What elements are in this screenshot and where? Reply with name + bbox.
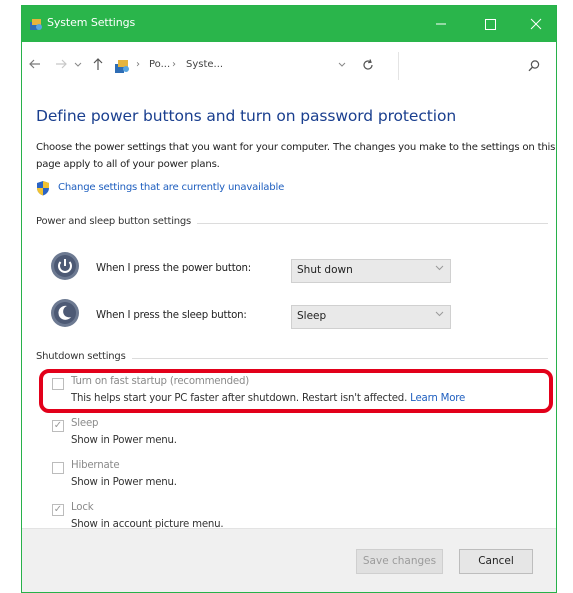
sleep-button-action-value: Sleep bbox=[297, 310, 327, 322]
search-icon bbox=[528, 60, 540, 72]
arrow-left-icon bbox=[29, 59, 40, 69]
power-button-action-select[interactable]: Shut down bbox=[291, 259, 451, 283]
highlight-annotation bbox=[39, 369, 553, 413]
address-input[interactable]: › Po... › Syste... bbox=[113, 52, 381, 80]
breadcrumb-separator: › bbox=[172, 59, 176, 70]
sleep-checkbox[interactable]: ✓ bbox=[52, 420, 64, 432]
control-panel-icon bbox=[115, 60, 129, 73]
hibernate-option-label: Hibernate bbox=[71, 460, 120, 471]
address-dropdown-button[interactable] bbox=[338, 61, 346, 71]
hibernate-option-description: Show in Power menu. bbox=[71, 477, 177, 488]
maximize-icon bbox=[485, 19, 496, 30]
minimize-button[interactable] bbox=[418, 6, 464, 42]
power-section-label: Power and sleep button settings bbox=[36, 216, 198, 227]
refresh-button[interactable] bbox=[362, 58, 374, 76]
breadcrumb-separator: › bbox=[136, 59, 140, 70]
lock-checkbox[interactable]: ✓ bbox=[52, 504, 64, 516]
footer-bar: Save changes Cancel bbox=[22, 528, 556, 592]
sleep-option-description: Show in Power menu. bbox=[71, 435, 177, 446]
window-title: System Settings bbox=[47, 16, 136, 29]
arrow-up-icon bbox=[93, 58, 103, 70]
search-input[interactable] bbox=[398, 52, 556, 80]
page-description: Choose the power settings that you want … bbox=[36, 142, 556, 170]
minimize-icon bbox=[436, 23, 446, 25]
control-panel-icon bbox=[30, 19, 42, 30]
recent-locations-button[interactable] bbox=[74, 61, 82, 71]
refresh-icon bbox=[363, 59, 373, 70]
power-button-label: When I press the power button: bbox=[96, 263, 252, 274]
close-button[interactable] bbox=[513, 6, 556, 42]
system-settings-window: System Settings › Po... › Syste... Defin… bbox=[21, 5, 557, 593]
save-changes-button[interactable]: Save changes bbox=[356, 549, 443, 574]
power-button-action-value: Shut down bbox=[297, 264, 353, 276]
page-title: Define power buttons and turn on passwor… bbox=[36, 107, 457, 125]
close-icon bbox=[530, 18, 542, 30]
chevron-down-icon bbox=[435, 265, 444, 271]
uac-shield-icon bbox=[37, 181, 49, 196]
address-bar: › Po... › Syste... bbox=[22, 42, 556, 90]
sleep-button-action-select[interactable]: Sleep bbox=[291, 305, 451, 329]
sleep-button-label: When I press the sleep button: bbox=[96, 310, 247, 321]
breadcrumb-system-settings[interactable]: Syste... bbox=[186, 59, 223, 70]
chevron-down-icon bbox=[74, 62, 82, 67]
hibernate-checkbox[interactable] bbox=[52, 462, 64, 474]
up-button[interactable] bbox=[92, 57, 104, 74]
sleep-button-icon bbox=[51, 299, 79, 327]
lock-option-label: Lock bbox=[71, 502, 94, 513]
breadcrumb-power-options[interactable]: Po... bbox=[149, 59, 170, 70]
back-button[interactable] bbox=[28, 57, 42, 75]
arrow-right-icon bbox=[56, 59, 67, 69]
power-button-icon bbox=[51, 252, 79, 280]
maximize-button[interactable] bbox=[467, 6, 513, 42]
chevron-down-icon bbox=[435, 311, 444, 317]
change-settings-link[interactable]: Change settings that are currently unava… bbox=[58, 182, 284, 193]
content-pane: Define power buttons and turn on passwor… bbox=[22, 90, 556, 592]
title-bar[interactable]: System Settings bbox=[22, 6, 556, 42]
cancel-button[interactable]: Cancel bbox=[459, 549, 533, 574]
chevron-down-icon bbox=[338, 62, 346, 67]
forward-button[interactable] bbox=[54, 57, 68, 75]
shutdown-section-label: Shutdown settings bbox=[36, 351, 132, 362]
sleep-option-label: Sleep bbox=[71, 418, 99, 429]
